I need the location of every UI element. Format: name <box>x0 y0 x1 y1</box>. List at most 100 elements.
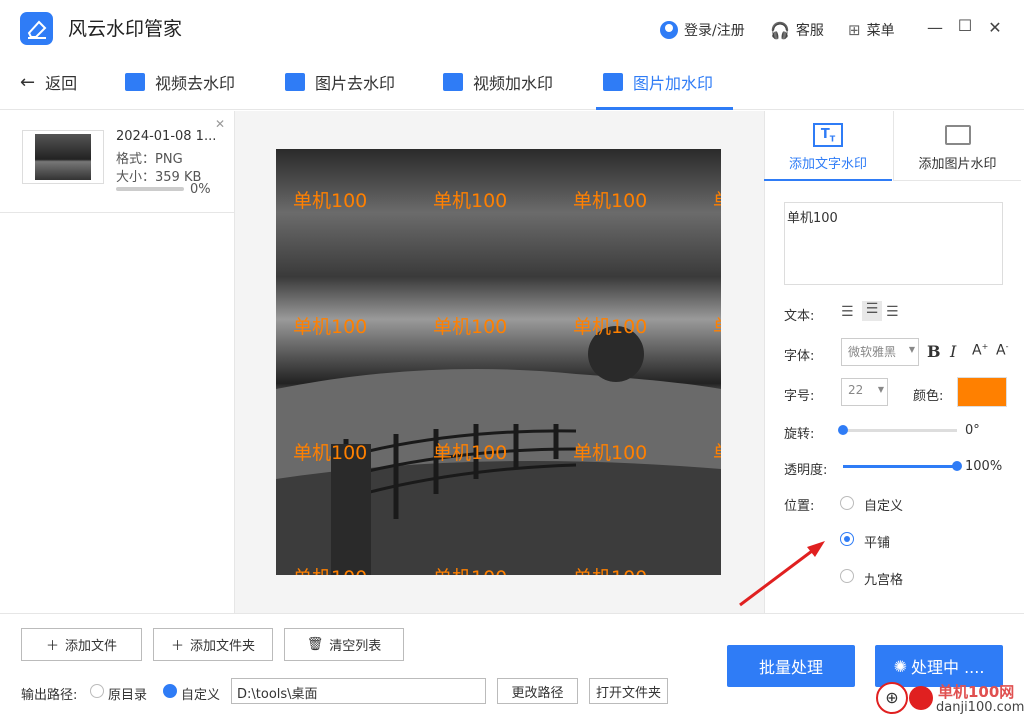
align-right-icon[interactable]: ☰ <box>886 304 899 320</box>
headset-icon: 🎧 <box>770 20 790 40</box>
arrow-left-icon: ← <box>20 71 36 93</box>
service-label: 客服 <box>795 23 824 39</box>
watermark-text: 单机100 <box>433 563 507 575</box>
rotate-value: 0° <box>965 423 980 438</box>
plus-icon: ＋ <box>45 639 59 654</box>
tab-video-add[interactable]: 视频加水印 <box>443 70 553 94</box>
red-arrow-annotation <box>739 541 825 607</box>
clear-list-button[interactable]: 🗑 清空列表 <box>284 628 404 661</box>
align-left-icon[interactable]: ☰ <box>841 304 854 320</box>
tab-label: 添加图片水印 <box>918 157 997 172</box>
remove-file-icon[interactable]: ✕ <box>215 117 225 131</box>
image-icon <box>603 73 623 91</box>
opacity-label: 透明度: <box>784 463 828 478</box>
watermark-text: 单机100 <box>573 442 648 464</box>
open-folder-label: 打开文件夹 <box>595 685 661 701</box>
close-button[interactable]: ✕ <box>985 18 1005 37</box>
bold-button[interactable]: B <box>927 342 941 361</box>
site-url: danji100.com <box>936 700 1024 715</box>
color-picker[interactable] <box>957 377 1007 407</box>
tab-image-add[interactable]: 图片加水印 <box>603 70 713 94</box>
output-path-input[interactable]: D:\tools\桌面 <box>231 678 486 704</box>
watermark-text: 单机100 <box>293 563 367 575</box>
size-select[interactable]: 22 ▼ <box>841 378 888 406</box>
menu-button[interactable]: ⊞ 菜单 <box>848 20 895 40</box>
batch-process-button[interactable]: 批量处理 <box>727 645 855 687</box>
grid-icon: ⊞ <box>848 21 861 39</box>
output-custom-label: 自定义 <box>181 688 221 703</box>
active-tab-indicator <box>596 107 733 110</box>
font-label: 字体: <box>784 349 815 364</box>
clear-list-label: 清空列表 <box>329 639 382 654</box>
tab-label: 图片加水印 <box>633 74 714 93</box>
tab-add-image-watermark[interactable]: 添加图片水印 <box>893 111 1021 181</box>
add-folder-label: 添加文件夹 <box>190 639 256 654</box>
position-custom-label: 自定义 <box>864 499 904 514</box>
login-label: 登录/注册 <box>684 23 745 39</box>
watermark-text: 单机100 <box>293 190 368 212</box>
watermark-text: 单机100 <box>293 442 368 464</box>
watermark-text: 单机100 <box>433 316 508 338</box>
font-value: 微软雅黑 <box>848 345 897 359</box>
add-folder-button[interactable]: ＋ 添加文件夹 <box>153 628 273 661</box>
text-align-label: 文本: <box>784 309 815 324</box>
rotate-label: 旋转: <box>784 427 815 442</box>
output-original-label: 原目录 <box>108 688 148 703</box>
tab-label: 添加文字水印 <box>788 157 867 172</box>
menu-label: 菜单 <box>866 23 895 39</box>
plus-icon: ＋ <box>170 639 184 654</box>
file-size: 大小：359 KB <box>116 170 202 185</box>
watermark-text: 单机100 <box>713 312 721 339</box>
position-label: 位置: <box>784 499 815 514</box>
size-label: 字号: <box>784 389 815 404</box>
change-path-button[interactable]: 更改路径 <box>497 678 578 704</box>
size-value: 22 <box>848 383 864 397</box>
rotate-slider-handle[interactable] <box>838 425 848 435</box>
output-path-label: 输出路径: <box>21 688 78 703</box>
tab-image-remove[interactable]: 图片去水印 <box>285 70 395 94</box>
eraser-logo-icon <box>20 12 53 45</box>
maximize-button[interactable]: ☐ <box>955 16 975 35</box>
rotate-slider[interactable] <box>843 429 957 432</box>
file-thumbnail <box>22 130 104 184</box>
tab-label: 图片去水印 <box>315 74 396 93</box>
position-custom-radio[interactable] <box>840 496 854 510</box>
site-name: 单机100网 <box>938 683 1015 701</box>
back-button[interactable]: ← 返回 <box>20 70 77 94</box>
opacity-slider-handle[interactable] <box>952 461 962 471</box>
chevron-down-icon: ▼ <box>908 345 915 354</box>
font-decrease-icon[interactable]: A- <box>996 342 1008 359</box>
font-increase-icon[interactable]: A+ <box>972 342 988 359</box>
preview-image: 单机100 单机100 单机100 单机100 单机100 单机100 单机10… <box>276 149 721 575</box>
file-progress-bar <box>116 187 184 191</box>
watermark-text: 单机100 <box>573 190 648 212</box>
open-folder-button[interactable]: 打开文件夹 <box>589 678 668 704</box>
file-name: 2024-01-08 1... <box>116 129 217 144</box>
position-grid-label: 九宫格 <box>864 573 904 588</box>
watermark-text: 单机100 <box>293 316 368 338</box>
tab-add-text-watermark[interactable]: TT 添加文字水印 <box>764 111 892 181</box>
opacity-slider[interactable] <box>843 465 957 468</box>
minimize-button[interactable]: — <box>925 18 945 37</box>
image-watermark-icon <box>945 125 971 145</box>
login-link[interactable]: 登录/注册 <box>660 20 745 40</box>
file-progress-text: 0% <box>190 182 211 197</box>
add-file-button[interactable]: ＋ 添加文件 <box>21 628 142 661</box>
text-watermark-icon: TT <box>813 123 843 147</box>
font-select[interactable]: 微软雅黑 ▼ <box>841 338 919 366</box>
watermark-text-input[interactable]: 单机100 <box>784 202 1003 285</box>
site-logo-dot <box>909 686 933 710</box>
position-tile-radio[interactable] <box>840 532 854 546</box>
watermark-text: 单机100 <box>573 563 647 575</box>
position-grid-radio[interactable] <box>840 569 854 583</box>
watermark-text: 单机100 <box>433 190 508 212</box>
service-link[interactable]: 🎧 客服 <box>770 20 824 40</box>
video-icon <box>125 73 145 91</box>
align-center-icon[interactable]: ☰ <box>862 301 882 321</box>
app-title: 风云水印管家 <box>68 18 183 40</box>
output-original-radio[interactable] <box>90 684 104 698</box>
processing-label: 处理中 .... <box>910 658 985 677</box>
italic-button[interactable]: I <box>950 342 956 361</box>
output-custom-radio[interactable] <box>163 684 177 698</box>
tab-video-remove[interactable]: 视频去水印 <box>125 70 235 94</box>
